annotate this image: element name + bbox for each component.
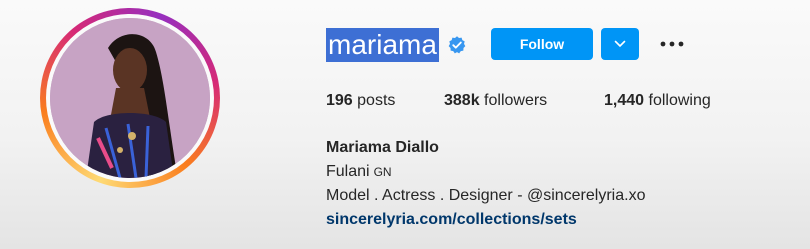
suggested-accounts-button[interactable]: [601, 28, 639, 60]
website-link[interactable]: sincerelyria.com/collections/sets: [326, 208, 645, 232]
more-options-button[interactable]: [657, 30, 687, 58]
posts-count: 196: [326, 92, 353, 109]
bio: Mariama Diallo Fulani GN Model . Actress …: [326, 136, 645, 232]
follow-button[interactable]: Follow: [491, 28, 593, 60]
following-count: 1,440: [604, 92, 645, 109]
bio-line-2: Model . Actress . Designer - @sincerelyr…: [326, 187, 646, 204]
followers-count: 388k: [444, 92, 480, 109]
avatar-gap: [46, 14, 214, 182]
bio-line-1: Fulani GN: [326, 160, 645, 184]
posts-stat: 196 posts: [326, 92, 444, 110]
username[interactable]: mariama: [326, 28, 439, 62]
chevron-down-icon: [614, 40, 626, 48]
avatar[interactable]: [50, 18, 210, 178]
profile-stats: 196 posts 388k followers 1,440 following: [326, 92, 711, 110]
story-ring[interactable]: [40, 8, 220, 188]
posts-label: posts: [357, 92, 396, 109]
more-options-icon: [660, 41, 684, 47]
verified-badge-icon: [448, 36, 466, 54]
following-stat[interactable]: 1,440 following: [604, 92, 711, 110]
avatar-illustration: [50, 18, 210, 178]
full-name: Mariama Diallo: [326, 139, 439, 156]
following-label: following: [648, 92, 711, 109]
followers-label: followers: [484, 92, 548, 109]
username-row: mariama: [326, 28, 467, 62]
pronouns: GN: [373, 165, 392, 179]
bio-text: Fulani: [326, 163, 370, 180]
followers-stat[interactable]: 388k followers: [444, 92, 604, 110]
profile-header: mariama Follow 196 posts 388k followers …: [0, 0, 810, 249]
